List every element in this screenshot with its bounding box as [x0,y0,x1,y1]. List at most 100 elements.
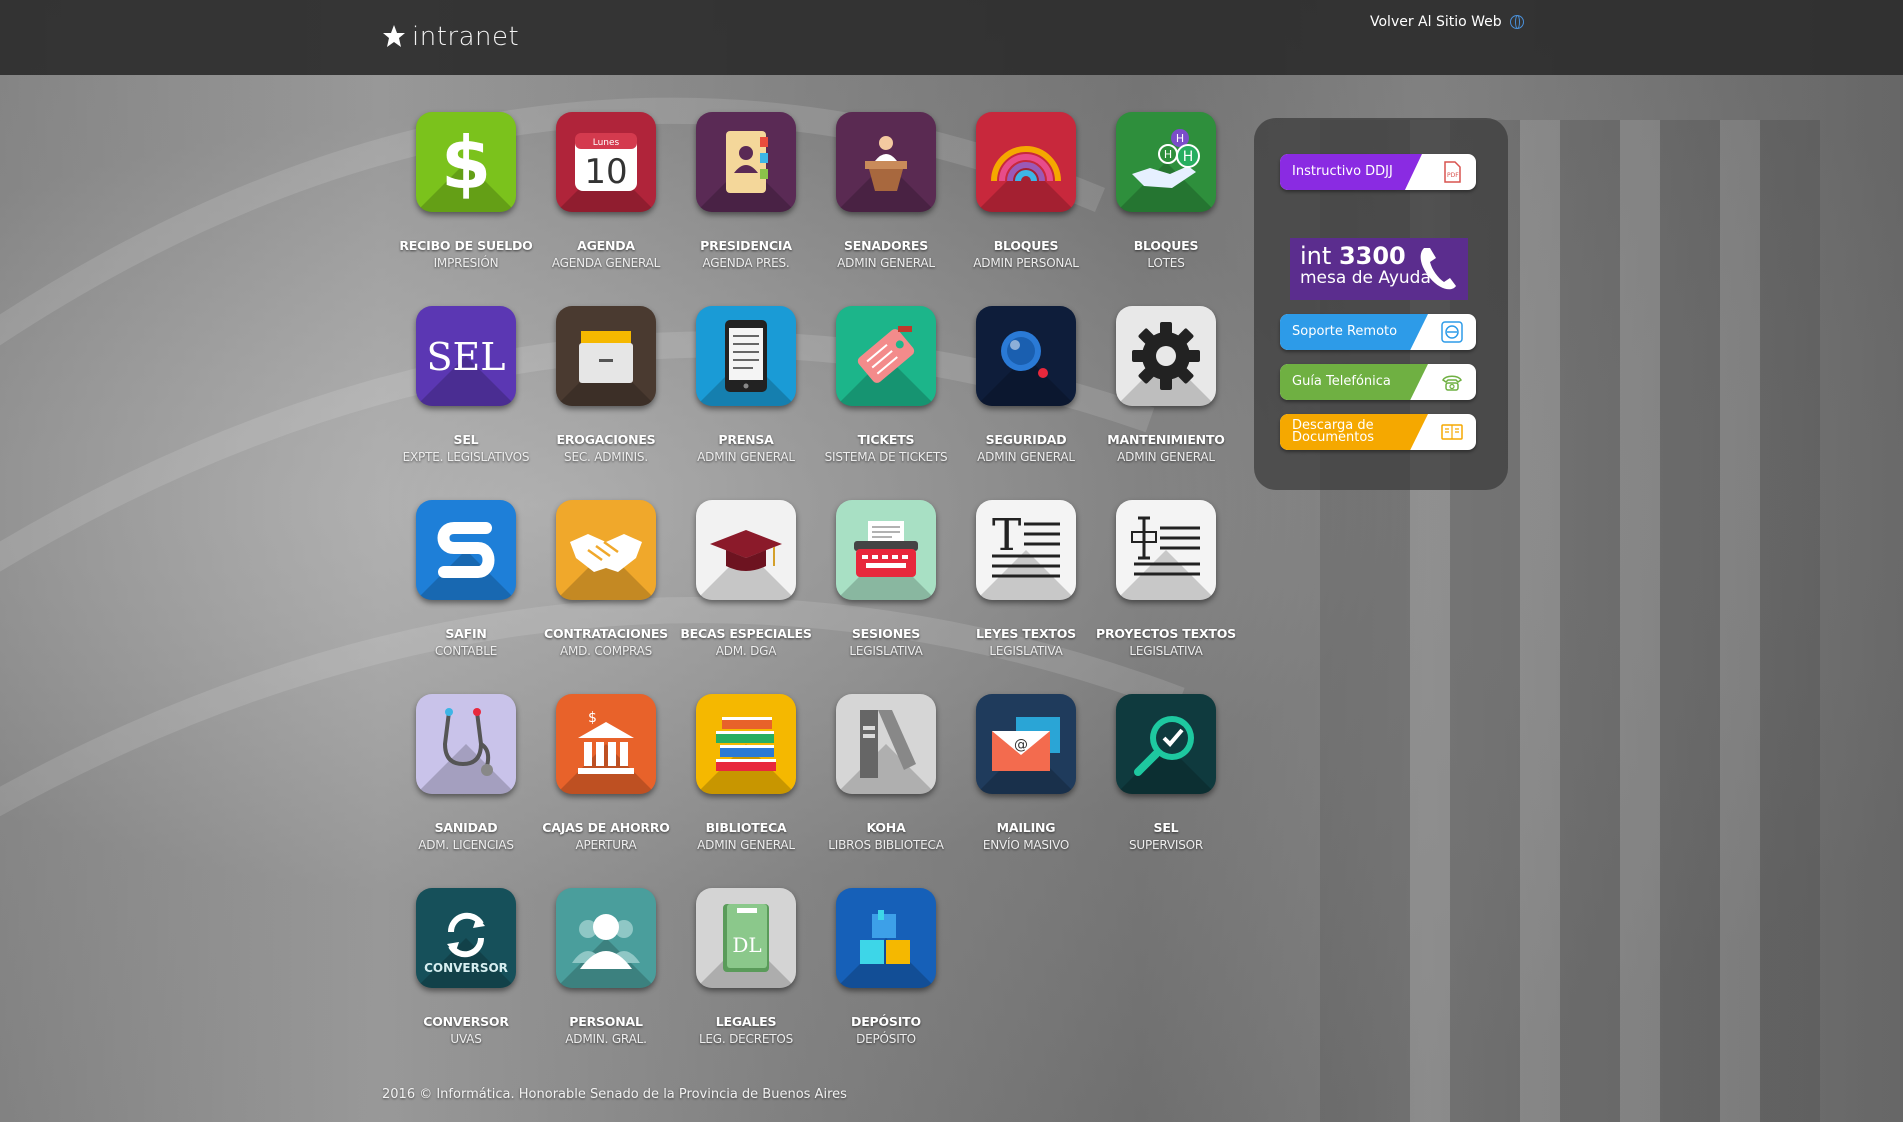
app-launcher-presidencia[interactable]: PRESIDENCIA AGENDA PRES. [676,112,816,306]
app-title[interactable]: SEL [1154,820,1179,835]
people-icon[interactable] [556,888,656,988]
text-document-icon[interactable]: T [976,500,1076,600]
magnifier-check-icon[interactable] [1116,694,1216,794]
app-title[interactable]: PERSONAL [569,1014,643,1029]
app-title[interactable]: BIBLIOTECA [706,820,787,835]
app-launcher-leyes-textos[interactable]: T LEYES TEXTOS LEGISLATIVA [956,500,1096,694]
books-icon[interactable] [696,694,796,794]
app-title[interactable]: SENADORES [844,238,928,253]
app-launcher-proyectos-textos[interactable]: PROYECTOS TEXTOS LEGISLATIVA [1096,500,1236,694]
app-launcher-bloques[interactable]: BLOQUES ADMIN PERSONAL [956,112,1096,306]
safin-s-icon[interactable] [416,500,516,600]
typewriter-icon[interactable] [836,500,936,600]
logo-text: intranet [412,22,520,52]
stethoscope-icon[interactable] [416,694,516,794]
app-title[interactable]: AGENDA [577,238,635,253]
svg-text:$: $ [588,710,597,726]
app-launcher-biblioteca[interactable]: BIBLIOTECA ADMIN GENERAL [676,694,816,888]
remote-support-label: Soporte Remoto [1280,314,1428,350]
app-launcher-mailing[interactable]: @ MAILING ENVÍO MASIVO [956,694,1096,888]
app-launcher-erogaciones[interactable]: EROGACIONES SEC. ADMINIS. [536,306,676,500]
gear-icon[interactable] [1116,306,1216,406]
app-title[interactable]: CAJAS DE AHORRO [542,820,670,835]
app-title[interactable]: BLOQUES [994,238,1059,253]
app-launcher-bloques[interactable]: H H H BLOQUES LOTES [1096,112,1236,306]
boxes-icon[interactable] [836,888,936,988]
intranet-logo[interactable]: intranet [382,22,519,52]
app-title[interactable]: BECAS ESPECIALES [680,626,812,641]
app-title[interactable]: CONVERSOR [423,1014,509,1029]
app-launcher-contrataciones[interactable]: CONTRATACIONES AMD. COMPRAS [536,500,676,694]
back-to-website-link[interactable]: Volver Al Sitio Web [1370,14,1524,30]
remote-support-button[interactable]: Soporte Remoto [1280,314,1476,350]
app-launcher-sanidad[interactable]: SANIDAD ADM. LICENCIAS [396,694,536,888]
calendar-icon[interactable]: Lunes 10 [556,112,656,212]
help-desk-button[interactable]: int 3300 mesa de Ayuda [1290,238,1468,300]
bank-icon[interactable]: $ [556,694,656,794]
app-title[interactable]: LEYES TEXTOS [976,626,1076,641]
hand-molecule-icon[interactable]: HHH [1116,112,1216,212]
address-book-icon[interactable] [696,112,796,212]
app-title[interactable]: PRESIDENCIA [700,238,792,253]
app-launcher-koha[interactable]: KOHA LIBROS BIBLIOTECA [816,694,956,888]
app-title[interactable]: CONTRATACIONES [544,626,668,641]
app-title[interactable]: BLOQUES [1134,238,1199,253]
app-subtitle: LOTES [1147,256,1185,270]
app-launcher-sel[interactable]: SEL SEL EXPTE. LEGISLATIVOS [396,306,536,500]
app-subtitle: AGENDA GENERAL [551,256,661,270]
app-title[interactable]: KOHA [866,820,905,835]
app-launcher-safin[interactable]: SAFIN CONTABLE [396,500,536,694]
svg-text:$: $ [441,122,491,202]
app-launcher-mantenimiento[interactable]: MANTENIMIENTO ADMIN GENERAL [1096,306,1236,500]
sel-text-icon[interactable]: SEL [416,306,516,406]
mail-envelope-icon[interactable]: @ [976,694,1076,794]
app-title[interactable]: RECIBO DE SUELDO [399,238,532,253]
file-box-icon[interactable] [556,306,656,406]
koha-book-icon[interactable] [836,694,936,794]
app-launcher-tickets[interactable]: TICKETS SISTEMA DE TICKETS [816,306,956,500]
phonebook-button[interactable]: Guía Telefónica [1280,364,1476,400]
podium-icon[interactable] [836,112,936,212]
app-launcher-dep-sito[interactable]: DEPÓSITO DEPÓSITO [816,888,956,1082]
dl-book-icon[interactable]: DL [696,888,796,988]
text-cursor-icon[interactable] [1116,500,1216,600]
svg-text:T: T [992,510,1021,561]
rainbow-icon[interactable] [976,112,1076,212]
app-title[interactable]: PROYECTOS TEXTOS [1096,626,1236,641]
app-launcher-legales[interactable]: DL LEGALES LEG. DECRETOS [676,888,816,1082]
app-launcher-conversor[interactable]: CONVERSOR CONVERSOR UVAS [396,888,536,1082]
app-title[interactable]: TICKETS [858,432,915,447]
app-title[interactable]: LEGALES [716,1014,777,1029]
ereader-icon[interactable] [696,306,796,406]
app-launcher-becas-especiales[interactable]: BECAS ESPECIALES ADM. DGA [676,500,816,694]
app-launcher-recibo-de-sueldo[interactable]: $ RECIBO DE SUELDO IMPRESIÓN [396,112,536,306]
app-title[interactable]: SESIONES [852,626,920,641]
download-documents-button[interactable]: Descarga de Documentos [1280,414,1476,450]
back-link-label: Volver Al Sitio Web [1370,14,1502,30]
app-title[interactable]: PRENSA [718,432,773,447]
app-title[interactable]: SEGURIDAD [986,432,1067,447]
app-title[interactable]: MANTENIMIENTO [1107,432,1225,447]
app-launcher-senadores[interactable]: SENADORES ADMIN GENERAL [816,112,956,306]
app-launcher-sel[interactable]: SEL SUPERVISOR [1096,694,1236,888]
app-title[interactable]: DEPÓSITO [851,1014,921,1029]
camera-lens-icon[interactable] [976,306,1076,406]
app-launcher-seguridad[interactable]: SEGURIDAD ADMIN GENERAL [956,306,1096,500]
dollar-icon[interactable]: $ [416,112,516,212]
app-title[interactable]: SANIDAD [435,820,498,835]
app-subtitle: LIBROS BIBLIOTECA [828,838,944,852]
app-launcher-prensa[interactable]: PRENSA ADMIN GENERAL [676,306,816,500]
app-launcher-personal[interactable]: PERSONAL ADMIN. GRAL. [536,888,676,1082]
app-title[interactable]: SAFIN [445,626,487,641]
ddjj-instructions-button[interactable]: Instructivo DDJJ PDF [1280,154,1476,190]
app-title[interactable]: MAILING [997,820,1056,835]
app-launcher-sesiones[interactable]: SESIONES LEGISLATIVA [816,500,956,694]
convert-arrows-icon[interactable]: CONVERSOR [416,888,516,988]
app-launcher-agenda[interactable]: Lunes 10 AGENDA AGENDA GENERAL [536,112,676,306]
app-launcher-cajas-de-ahorro[interactable]: $ CAJAS DE AHORRO APERTURA [536,694,676,888]
app-title[interactable]: EROGACIONES [557,432,656,447]
ticket-tag-icon[interactable] [836,306,936,406]
handshake-icon[interactable] [556,500,656,600]
app-title[interactable]: SEL [454,432,479,447]
graduation-cap-icon[interactable] [696,500,796,600]
